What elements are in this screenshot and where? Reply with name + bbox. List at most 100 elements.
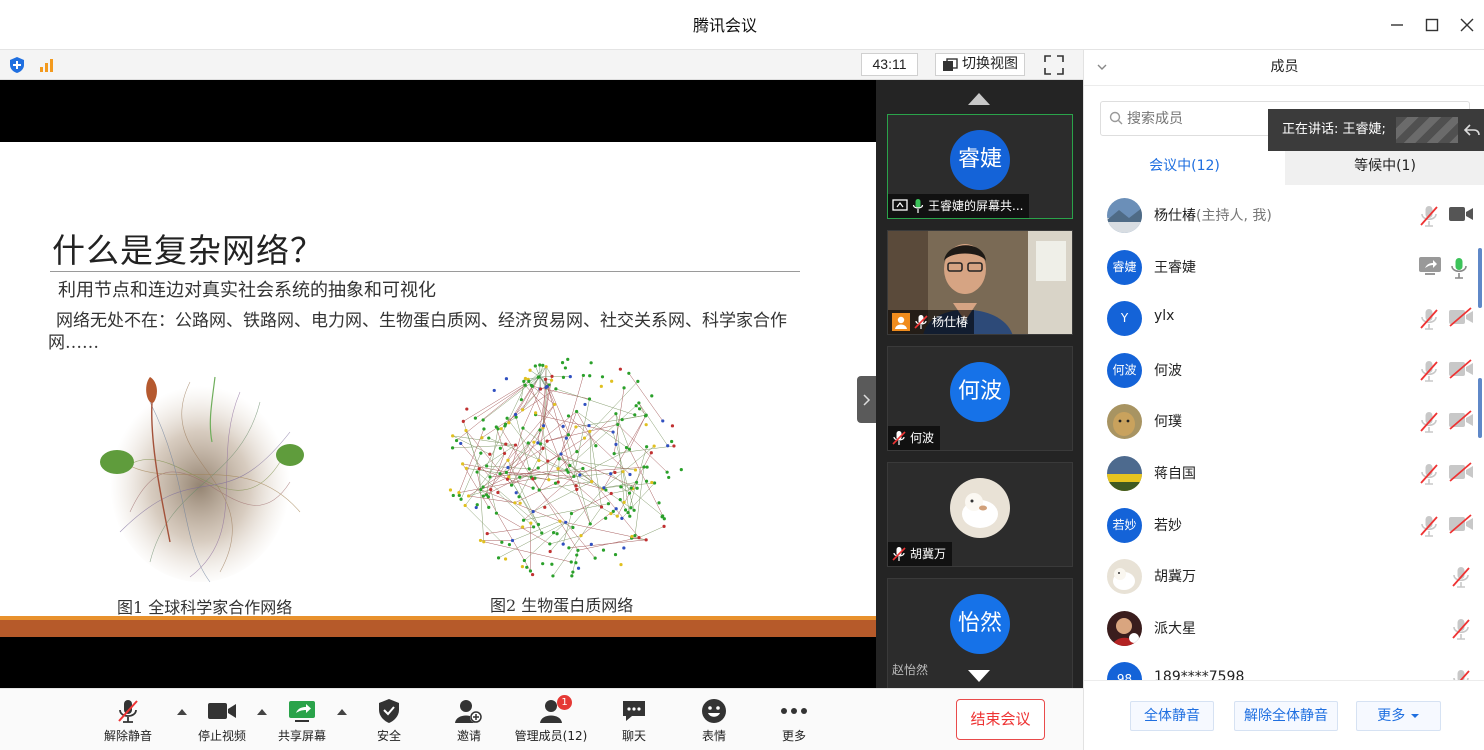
host-icon bbox=[892, 313, 910, 331]
chat-button[interactable]: 聊天 bbox=[596, 697, 672, 747]
member-mic-toggle[interactable] bbox=[1418, 462, 1440, 486]
switch-view-button[interactable]: 切换视图 bbox=[935, 53, 1025, 76]
emoji-button[interactable]: 表情 bbox=[676, 697, 752, 747]
unmute-button[interactable]: 解除静音 bbox=[90, 697, 166, 747]
thumbnail-yang-shichun[interactable]: 杨仕椿 bbox=[887, 230, 1073, 335]
slide-body: 网络无处不在：公路网、铁路网、电力网、生物蛋白质网、经济贸易网、社交关系网、科学… bbox=[48, 311, 787, 353]
member-row[interactable]: 杨仕椿(主持人, 我) bbox=[1084, 190, 1484, 242]
member-mic-toggle[interactable] bbox=[1418, 514, 1440, 538]
member-name: 蒋自国 bbox=[1154, 463, 1196, 483]
unmute-all-button[interactable]: 解除全体静音 bbox=[1234, 701, 1338, 731]
member-camera-toggle[interactable] bbox=[1448, 462, 1474, 486]
microphone-muted-icon bbox=[1420, 515, 1438, 537]
avatar bbox=[1107, 198, 1142, 233]
emoji-icon bbox=[702, 699, 726, 723]
minimize-icon bbox=[1391, 24, 1403, 26]
chevron-down-icon[interactable] bbox=[1096, 61, 1108, 73]
microphone-muted-icon bbox=[914, 315, 928, 329]
scroll-indicator[interactable] bbox=[1478, 248, 1482, 308]
member-list: 杨仕椿(主持人, 我) 睿婕 王睿婕 Yylx 何波 何波何璞蒋自国若妙 若妙胡冀万派大星 9… bbox=[1084, 190, 1484, 680]
window-title: 腾讯会议 bbox=[692, 16, 757, 35]
scroll-up-arrow-icon[interactable] bbox=[968, 93, 990, 105]
member-name-text: 189****7598 bbox=[1154, 669, 1245, 680]
share-screen-button[interactable]: 共享屏幕 bbox=[264, 697, 340, 747]
member-row[interactable]: 何波 何波 bbox=[1084, 345, 1484, 397]
invite-button[interactable]: 邀请 bbox=[431, 697, 507, 747]
member-row[interactable]: 98 189****7598 bbox=[1084, 654, 1484, 680]
redacted-name bbox=[1396, 117, 1458, 143]
member-row[interactable]: 派大星 bbox=[1084, 603, 1484, 655]
member-camera-toggle[interactable] bbox=[1448, 359, 1474, 383]
member-name-text: 胡冀万 bbox=[1154, 569, 1196, 586]
member-camera-toggle[interactable] bbox=[1448, 513, 1474, 538]
stop-video-button[interactable]: 停止视频 bbox=[184, 697, 260, 747]
member-mic-toggle[interactable] bbox=[1450, 565, 1476, 589]
more-dots-icon bbox=[781, 708, 807, 714]
member-name-text: 何璞 bbox=[1154, 414, 1182, 431]
member-mic-toggle[interactable] bbox=[1448, 256, 1474, 280]
more-options-button[interactable]: 更多 bbox=[1356, 701, 1441, 731]
thumbnail-he-bo[interactable]: 何波 何波 bbox=[887, 346, 1073, 451]
end-meeting-button[interactable]: 结束会议 bbox=[956, 699, 1045, 740]
member-name-text: 王睿婕 bbox=[1154, 259, 1196, 276]
signal-icon[interactable] bbox=[38, 56, 56, 74]
thumbnail-hu-jiwan[interactable]: 胡冀万 bbox=[887, 462, 1073, 567]
slide-footer-bar bbox=[0, 616, 876, 637]
manage-members-button[interactable]: 1 管理成员(12) bbox=[513, 695, 589, 747]
member-mic-toggle[interactable] bbox=[1450, 617, 1476, 641]
member-name: 派大星 bbox=[1154, 618, 1196, 638]
slide-subtitle: 利用节点和连边对真实社会系统的抽象和可视化 bbox=[58, 280, 436, 301]
member-mic-toggle[interactable] bbox=[1418, 410, 1440, 434]
scroll-indicator[interactable] bbox=[1478, 378, 1482, 438]
camera-off-icon bbox=[1449, 410, 1473, 431]
microphone-active-icon bbox=[1451, 257, 1467, 279]
microphone-muted-icon bbox=[1420, 206, 1438, 227]
share-options-caret-icon[interactable] bbox=[337, 709, 347, 715]
more-button[interactable]: 更多 bbox=[756, 697, 832, 747]
microphone-muted-icon bbox=[1420, 309, 1438, 330]
member-mic-toggle[interactable] bbox=[1418, 359, 1440, 383]
member-tabs: 会议中(12) 等候中(1) bbox=[1084, 147, 1484, 185]
member-mic-toggle[interactable] bbox=[1418, 307, 1440, 331]
member-mic-toggle[interactable] bbox=[1418, 204, 1440, 228]
member-camera-toggle[interactable] bbox=[1448, 307, 1474, 331]
camera-icon bbox=[208, 703, 236, 719]
search-input[interactable] bbox=[1127, 108, 1287, 130]
member-row[interactable]: 胡冀万 bbox=[1084, 551, 1484, 603]
figure2-caption: 图2 生物蛋白质网络 bbox=[490, 596, 634, 615]
collapse-thumbnails-button[interactable] bbox=[857, 376, 877, 423]
figure-collaboration-network bbox=[100, 376, 304, 583]
security-button[interactable]: 安全 bbox=[351, 697, 427, 747]
thumbnail-wang-ruijie[interactable]: 睿婕 王睿婕的屏幕共... bbox=[887, 114, 1073, 219]
shield-icon[interactable] bbox=[8, 56, 26, 74]
maximize-button[interactable] bbox=[1421, 14, 1443, 36]
scroll-down-arrow-icon[interactable] bbox=[968, 670, 990, 682]
meeting-timer: 43:11 bbox=[861, 53, 918, 76]
tab-in-meeting[interactable]: 会议中(12) bbox=[1084, 147, 1285, 185]
close-icon bbox=[1460, 18, 1474, 32]
shared-screen: 什么是复杂网络？ 利用节点和连边对真实社会系统的抽象和可视化 网络无处不在：公路… bbox=[0, 80, 876, 688]
member-mic-toggle[interactable] bbox=[1450, 668, 1476, 680]
fullscreen-icon[interactable] bbox=[1043, 54, 1065, 76]
member-name: ylx bbox=[1154, 308, 1174, 324]
title-bar: 腾讯会议 bbox=[0, 0, 1484, 50]
tab-waiting-room[interactable]: 等候中(1) bbox=[1285, 147, 1484, 185]
avatar: 何波 bbox=[1107, 352, 1142, 388]
member-row[interactable]: Yylx bbox=[1084, 293, 1484, 345]
member-row[interactable]: 睿婕 王睿婕 bbox=[1084, 242, 1484, 294]
thumbnail-label: 杨仕椿 bbox=[888, 310, 975, 334]
member-row[interactable]: 何璞 bbox=[1084, 396, 1484, 448]
member-row[interactable]: 若妙 若妙 bbox=[1084, 500, 1484, 552]
avatar bbox=[950, 478, 1010, 538]
search-icon bbox=[1109, 111, 1123, 125]
member-share-status[interactable] bbox=[1418, 256, 1441, 280]
minimize-button[interactable] bbox=[1386, 14, 1408, 36]
member-row[interactable]: 蒋自国 bbox=[1084, 448, 1484, 500]
microphone-muted-icon bbox=[1452, 567, 1470, 588]
panel-footer: 全体静音 解除全体静音 更多 bbox=[1084, 680, 1484, 750]
mute-all-button[interactable]: 全体静音 bbox=[1130, 701, 1214, 731]
member-camera-toggle[interactable] bbox=[1448, 410, 1474, 434]
close-button[interactable] bbox=[1456, 14, 1478, 36]
member-camera-toggle[interactable] bbox=[1448, 204, 1474, 228]
reply-arrow-icon[interactable] bbox=[1464, 122, 1480, 138]
